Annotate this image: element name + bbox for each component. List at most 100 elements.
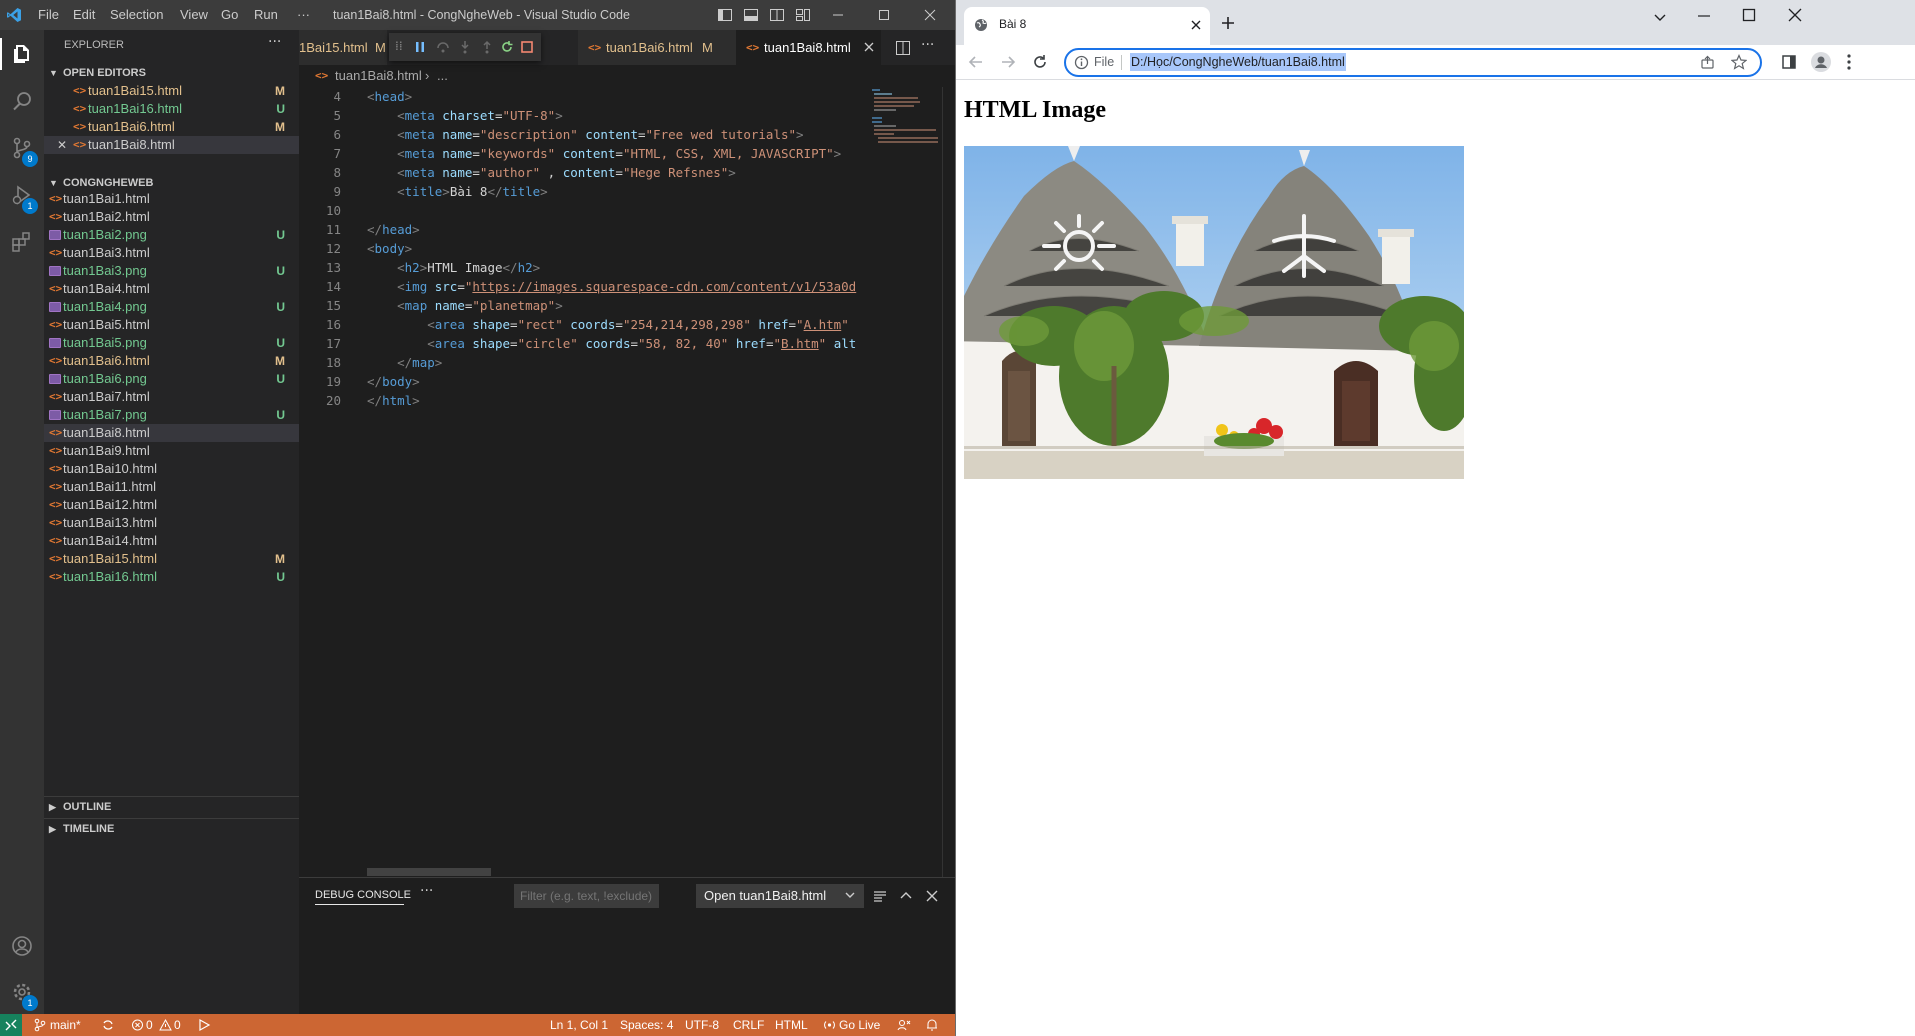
remote-indicator[interactable] (0, 1014, 22, 1036)
sync-icon[interactable] (101, 1018, 115, 1036)
menu-edit[interactable]: Edit (73, 0, 95, 30)
file-item[interactable]: <> tuan1Bai15.html M (44, 550, 299, 568)
file-item[interactable]: <> tuan1Bai9.html (44, 442, 299, 460)
stop-icon[interactable] (520, 40, 534, 54)
file-item[interactable]: tuan1Bai7.png U (44, 406, 299, 424)
manage-gear-icon[interactable]: 1 (0, 969, 44, 1015)
outline-section[interactable]: ▶ OUTLINE (44, 796, 299, 818)
file-item[interactable]: <> tuan1Bai8.html (44, 424, 299, 442)
menu-go[interactable]: Go (221, 0, 238, 30)
debug-launch-icon[interactable] (197, 1018, 211, 1036)
forward-arrow-icon[interactable] (1000, 54, 1016, 70)
file-item[interactable]: <> tuan1Bai12.html (44, 496, 299, 514)
toggle-secondary-sidebar-icon[interactable] (769, 7, 785, 23)
menu-view[interactable]: View (180, 0, 208, 30)
explorer-icon[interactable] (0, 31, 44, 77)
editor-more-icon[interactable]: ··· (921, 37, 934, 53)
file-item[interactable]: <> tuan1Bai3.html (44, 244, 299, 262)
maximize-button[interactable] (861, 0, 907, 30)
breadcrumb-symbol[interactable]: ... (437, 65, 448, 87)
chrome-menu-icon[interactable] (1846, 53, 1852, 71)
source-control-icon[interactable]: 9 (0, 125, 44, 171)
info-icon[interactable] (1074, 55, 1089, 70)
code-editor[interactable]: 4 5 6 7 8 9 10 11 12 13 14 15 16 17 18 19 20 <head> <met… (299, 87, 869, 877)
file-item[interactable]: <> tuan1Bai16.html U (44, 568, 299, 586)
share-icon[interactable] (1700, 55, 1715, 70)
customize-layout-icon[interactable] (795, 7, 811, 23)
tab-tuan1bai15[interactable]: 1Bai15.html M (299, 30, 387, 65)
close-tab-icon[interactable] (864, 30, 874, 65)
tab-tuan1bai8[interactable]: <> tuan1Bai8.html (736, 30, 881, 65)
feedback-icon[interactable] (897, 1018, 911, 1036)
file-item[interactable]: tuan1Bai2.png U (44, 226, 299, 244)
explorer-more-icon[interactable]: ··· (268, 34, 281, 50)
toggle-sidebar-icon[interactable] (717, 7, 733, 23)
menu-more[interactable]: ··· (297, 0, 310, 30)
file-item[interactable]: tuan1Bai6.png U (44, 370, 299, 388)
new-tab-plus-icon[interactable] (1220, 15, 1236, 31)
toggle-panel-icon[interactable] (743, 7, 759, 23)
file-item[interactable]: tuan1Bai4.png U (44, 298, 299, 316)
file-item[interactable]: tuan1Bai5.png U (44, 334, 299, 352)
pause-icon[interactable] (413, 40, 427, 54)
side-panel-icon[interactable] (1781, 54, 1797, 70)
open-editor-item[interactable]: ✕ <> tuan1Bai8.html (44, 136, 299, 154)
file-item[interactable]: <> tuan1Bai13.html (44, 514, 299, 532)
open-editors-section[interactable]: ▼ OPEN EDITORS (44, 62, 299, 84)
panel-more-icon[interactable]: ··· (420, 883, 433, 899)
restart-icon[interactable] (500, 40, 514, 54)
step-over-icon[interactable] (436, 40, 450, 54)
language-mode[interactable]: HTML (775, 1014, 808, 1036)
file-item[interactable]: <> tuan1Bai10.html (44, 460, 299, 478)
browser-close-button[interactable] (1787, 7, 1803, 23)
browser-minimize-button[interactable] (1696, 8, 1712, 24)
extensions-icon[interactable] (0, 219, 44, 265)
browser-tab[interactable]: Bài 8 (964, 7, 1210, 45)
step-out-icon[interactable] (480, 40, 494, 54)
file-item[interactable]: <> tuan1Bai11.html (44, 478, 299, 496)
file-item[interactable]: tuan1Bai3.png U (44, 262, 299, 280)
encoding[interactable]: UTF-8 (685, 1014, 719, 1036)
cursor-position[interactable]: Ln 1, Col 1 (550, 1014, 608, 1036)
file-item[interactable]: <> tuan1Bai4.html (44, 280, 299, 298)
file-item[interactable]: <> tuan1Bai14.html (44, 532, 299, 550)
trulli-house-image[interactable] (964, 146, 1464, 479)
url-text[interactable]: D:/Học/CongNgheWeb/tuan1Bai8.html (1130, 53, 1346, 71)
drag-handle-icon[interactable]: ⁞⁞ (395, 39, 403, 53)
reload-icon[interactable] (1032, 54, 1048, 70)
filter-input[interactable] (514, 884, 659, 908)
close-window-button[interactable] (907, 0, 953, 30)
search-icon[interactable] (0, 78, 44, 124)
browser-maximize-button[interactable] (1741, 7, 1757, 23)
open-editor-item[interactable]: <> tuan1Bai6.html M (44, 118, 299, 136)
file-item[interactable]: <> tuan1Bai1.html (44, 190, 299, 208)
menu-file[interactable]: File (38, 0, 59, 30)
breadcrumb-file[interactable]: tuan1Bai8.html (335, 65, 422, 87)
back-arrow-icon[interactable] (968, 54, 984, 70)
address-bar[interactable]: File D:/Học/CongNgheWeb/tuan1Bai8.html (1064, 48, 1762, 77)
menu-run[interactable]: Run (254, 0, 278, 30)
indentation[interactable]: Spaces: 4 (620, 1014, 673, 1036)
file-item[interactable]: <> tuan1Bai5.html (44, 316, 299, 334)
minimap[interactable] (866, 87, 946, 877)
file-item[interactable]: <> tuan1Bai2.html (44, 208, 299, 226)
profile-avatar[interactable] (1811, 52, 1831, 72)
file-item[interactable]: <> tuan1Bai7.html (44, 388, 299, 406)
bookmark-star-icon[interactable] (1731, 54, 1747, 70)
menu-selection[interactable]: Selection (110, 0, 163, 30)
clear-console-icon[interactable] (873, 889, 887, 903)
close-panel-icon[interactable] (925, 889, 939, 903)
run-debug-icon[interactable]: 1 (0, 172, 44, 218)
tab-search-chevron-icon[interactable] (1653, 10, 1667, 24)
accounts-icon[interactable] (0, 923, 44, 969)
step-into-icon[interactable] (458, 40, 472, 54)
file-item[interactable]: <> tuan1Bai6.html M (44, 352, 299, 370)
open-editor-item[interactable]: <> tuan1Bai16.html U (44, 100, 299, 118)
debug-config-select[interactable]: Open tuan1Bai8.html (696, 884, 864, 908)
minimize-button[interactable] (815, 0, 861, 30)
tab-tuan1bai6[interactable]: <> tuan1Bai6.html M (578, 30, 736, 65)
notifications-bell-icon[interactable] (925, 1018, 939, 1036)
close-tab-icon[interactable] (1190, 19, 1202, 31)
maximize-panel-icon[interactable] (899, 889, 913, 903)
line-ending[interactable]: CRLF (733, 1014, 764, 1036)
